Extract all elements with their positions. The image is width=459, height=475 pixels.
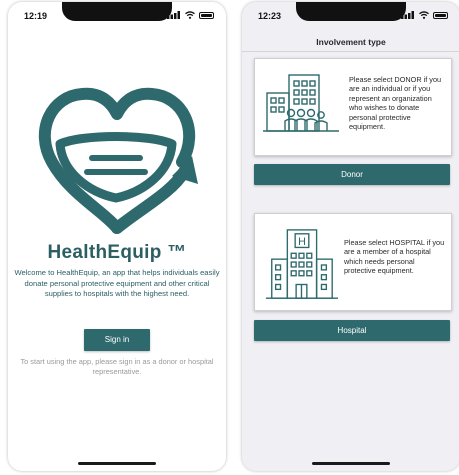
hospital-card: H Please select HOSPITAL if you are a me… <box>254 213 452 311</box>
cellular-signal-icon <box>167 11 180 19</box>
hospital-h-letter: H <box>298 236 306 248</box>
hospital-button[interactable]: Hospital <box>254 320 450 341</box>
nav-title: Involvement type <box>316 37 386 47</box>
device-notch <box>296 2 406 21</box>
battery-icon <box>199 11 214 19</box>
home-indicator[interactable] <box>312 462 390 465</box>
status-icons <box>167 11 214 19</box>
wifi-icon <box>419 11 429 19</box>
sign-in-hint: To start using the app, please sign in a… <box>20 357 214 376</box>
app-title: HealthEquip ™ <box>47 242 187 263</box>
nav-divider <box>242 51 459 52</box>
hospital-building-icon: H <box>265 229 339 299</box>
sign-in-button[interactable]: Sign in <box>84 329 150 351</box>
donor-button[interactable]: Donor <box>254 164 450 185</box>
home-indicator[interactable] <box>78 462 156 465</box>
battery-icon <box>433 11 448 19</box>
donor-description: Please select DONOR if you are an indivi… <box>349 75 442 132</box>
status-icons <box>401 11 448 19</box>
device-notch <box>62 2 172 21</box>
heart-mask-logo-icon <box>38 87 198 234</box>
status-bar: 12:19 <box>8 2 226 32</box>
welcome-text: Welcome to HealthEquip, an app that help… <box>14 268 220 298</box>
status-bar: 12:23 <box>242 2 459 32</box>
donor-card: Please select DONOR if you are an indivi… <box>254 58 452 156</box>
wifi-icon <box>185 11 195 19</box>
welcome-screen: 12:19 HealthEquip ™ Welcome to HealthEqu… <box>8 2 226 471</box>
donor-group-building-icon <box>263 74 339 132</box>
status-time: 12:23 <box>258 11 282 21</box>
cellular-signal-icon <box>401 11 414 19</box>
involvement-type-screen: 12:23 Involvement type Please select DON… <box>242 2 459 471</box>
hospital-description: Please select HOSPITAL if you are a memb… <box>344 238 445 276</box>
status-time: 12:19 <box>24 11 48 21</box>
